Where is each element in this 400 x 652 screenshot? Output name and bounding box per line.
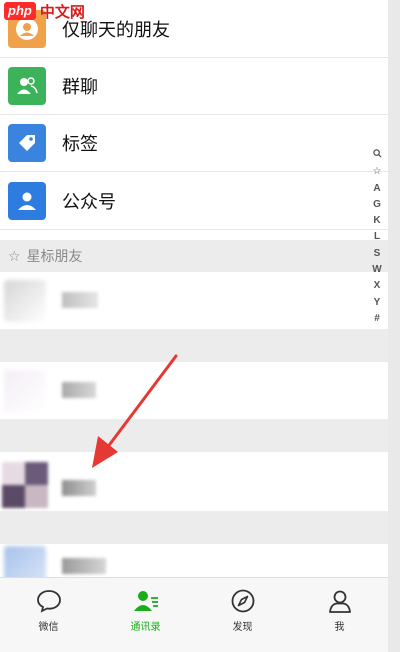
person-icon [328,590,351,613]
contact-name-blurred [62,480,96,496]
compass-icon [231,589,254,613]
contact-name-blurred [62,382,96,398]
section-header-starred: ☆ 星标朋友 [0,240,388,272]
contacts-icon [133,591,158,611]
index-letter[interactable]: W [372,262,381,278]
index-letter[interactable]: X [374,278,381,294]
row-group-chat[interactable]: 群聊 [0,58,388,115]
tab-label: 我 [334,622,345,633]
tab-chats[interactable]: 微信 [14,588,84,633]
right-gutter [388,0,400,652]
tab-label: 微信 [38,622,59,633]
avatar [2,462,48,508]
group-chat-icon [8,67,46,105]
official-account-icon [8,181,46,220]
row-label: 群聊 [62,77,98,97]
tag-icon [8,124,46,162]
index-letter[interactable]: L [374,229,380,245]
contact-name-blurred [62,558,106,574]
avatar [4,280,46,322]
alphabet-index[interactable]: ☆ A G K L S W X Y # [369,148,385,327]
row-label: 标签 [62,134,98,154]
list-item[interactable] [0,544,388,577]
watermark-text: 中文网 [39,3,85,21]
avatar [4,546,46,577]
search-icon[interactable] [372,148,382,164]
feature-list: 仅聊天的朋友 群聊 标签 公众号 [0,0,388,230]
list-item[interactable] [0,452,388,512]
row-official-accounts[interactable]: 公众号 [0,172,388,230]
index-letter[interactable]: K [373,213,380,229]
section-header-k [0,512,388,544]
index-letter[interactable]: S [374,246,381,262]
watermark: php 中文网 [0,0,89,22]
list-item[interactable] [0,272,388,330]
tab-label: 通讯录 [130,622,161,633]
row-label: 公众号 [62,191,116,212]
tab-label: 发现 [232,622,253,633]
row-tags[interactable]: 标签 [0,115,388,172]
index-letter[interactable]: ☆ [373,164,382,180]
index-letter[interactable]: G [373,197,381,213]
section-header-g [0,420,388,452]
contact-name-blurred [62,292,98,308]
star-icon: ☆ [8,247,21,264]
tab-discover[interactable]: 发现 [208,588,278,633]
index-letter[interactable]: A [373,181,380,197]
tab-me[interactable]: 我 [305,588,375,633]
index-letter[interactable]: # [374,311,380,327]
watermark-logo: php [4,2,36,20]
section-header-a [0,330,388,362]
index-letter[interactable]: Y [374,295,381,311]
chat-bubble-icon [36,590,61,613]
list-item[interactable] [0,362,388,420]
avatar [4,370,46,412]
section-label: 星标朋友 [26,248,83,264]
tab-contacts[interactable]: 通讯录 [111,588,181,633]
bottom-tab-bar: 微信 通讯录 发现 我 [0,577,388,652]
